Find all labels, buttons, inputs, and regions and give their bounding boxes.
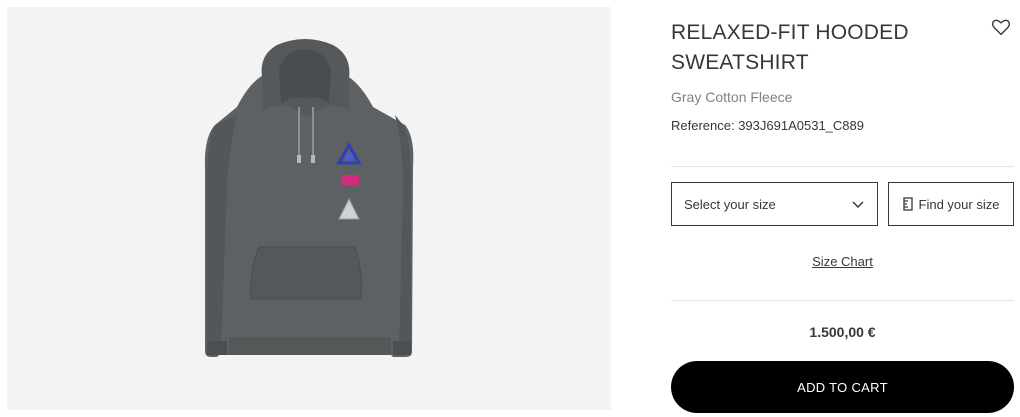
wishlist-button[interactable] [990,16,1012,38]
product-price: 1.500,00 € [809,324,876,340]
size-chart-link[interactable]: Size Chart [671,254,1014,269]
size-select-label: Select your size [684,196,776,212]
ruler-icon [902,197,913,211]
product-title: RELAXED-FIT HOODED SWEATSHIRT [671,18,971,78]
product-reference: Reference: 393J691A0531_C889 [671,118,864,133]
find-your-size-label: Find your size [918,196,1000,212]
product-title-line1: RELAXED-FIT HOODED [671,21,909,44]
size-select[interactable]: Select your size [671,182,878,226]
product-subtitle: Gray Cotton Fleece [671,89,793,105]
add-to-cart-button[interactable]: ADD TO CART [671,361,1014,413]
product-page: RELAXED-FIT HOODED SWEATSHIRT Gray Cotto… [0,0,1020,417]
heart-icon [991,19,1011,36]
product-title-line2: SWEATSHIRT [671,51,809,74]
product-image [7,7,611,410]
chevron-down-icon [852,201,864,209]
divider [671,166,1014,167]
divider [671,300,1014,301]
product-info-panel: RELAXED-FIT HOODED SWEATSHIRT Gray Cotto… [671,0,1014,417]
find-your-size-button[interactable]: Find your size [888,182,1014,226]
hoodie-illustration [204,39,414,357]
